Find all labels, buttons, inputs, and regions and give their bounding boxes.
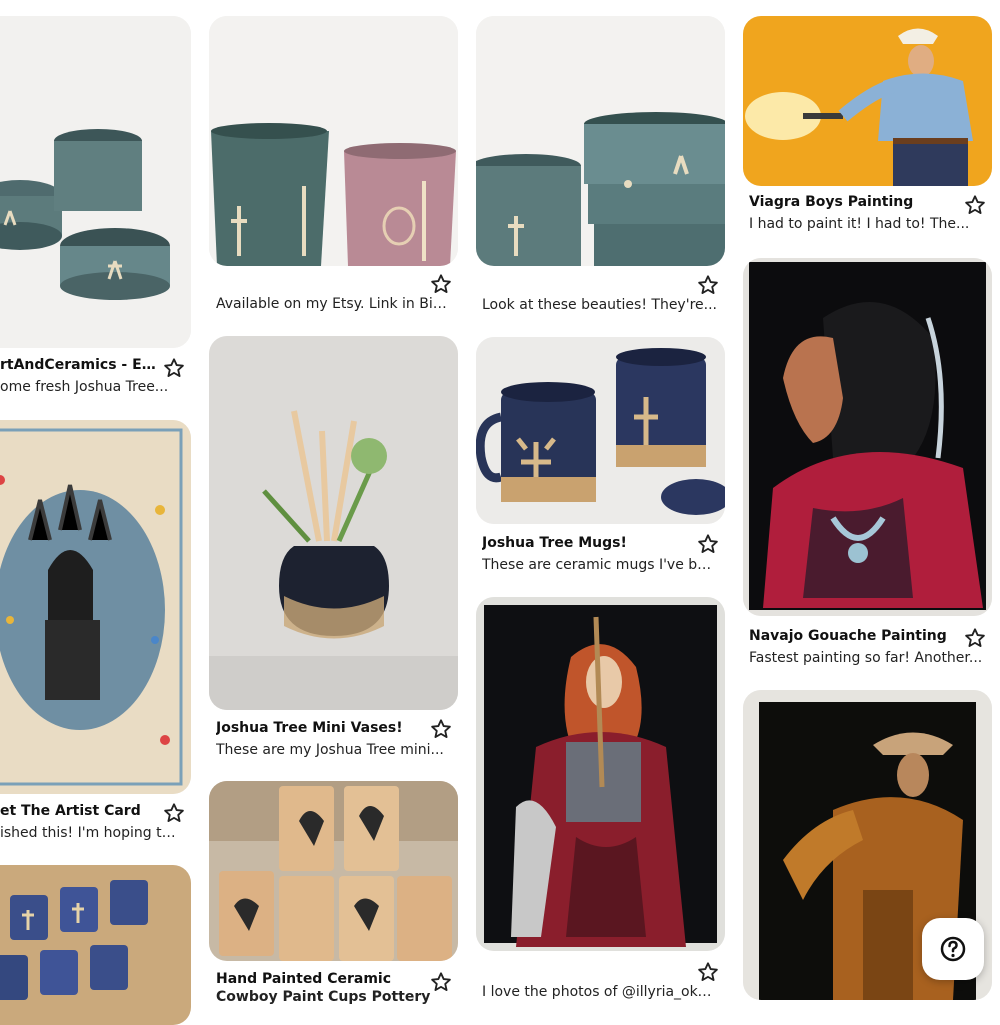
save-star-icon[interactable] xyxy=(163,802,185,824)
save-star-icon[interactable] xyxy=(697,961,719,983)
pin-description: These are ceramic mugs I've be... xyxy=(482,557,717,573)
pin-description: Available on my Etsy. Link in Bio.... xyxy=(216,296,451,312)
pin-image-bowls[interactable] xyxy=(0,16,191,348)
save-star-icon[interactable] xyxy=(697,533,719,555)
save-star-icon[interactable] xyxy=(163,357,185,379)
pin-image-viagra-boys[interactable] xyxy=(743,16,992,186)
pin-title[interactable]: Joshua Tree Mugs! xyxy=(482,535,687,551)
pin-image-artist-card[interactable] xyxy=(0,420,191,794)
help-button[interactable] xyxy=(922,918,984,980)
pin-description: ished this! I'm hoping to... xyxy=(0,825,178,841)
pin-title[interactable]: Joshua Tree Mini Vases! xyxy=(216,720,421,736)
pin-description: I love the photos of @illyria_oka... xyxy=(482,984,717,1000)
pin-description: I had to paint it! I had to! The... xyxy=(749,216,970,232)
pin-description: Look at these beauties! They're... xyxy=(482,297,717,313)
save-star-icon[interactable] xyxy=(697,274,719,296)
pin-title[interactable]: Hand Painted Ceramic xyxy=(216,971,421,987)
save-star-icon[interactable] xyxy=(964,627,986,649)
save-star-icon[interactable] xyxy=(430,971,452,993)
pin-image-mini-vases[interactable] xyxy=(209,336,458,710)
save-star-icon[interactable] xyxy=(430,273,452,295)
save-star-icon[interactable] xyxy=(964,194,986,216)
pin-image-knight-painting[interactable] xyxy=(476,597,725,951)
pin-image-blue-mugs[interactable] xyxy=(0,865,191,1025)
pin-title[interactable]: Viagra Boys Painting xyxy=(749,194,954,210)
pin-image-cups[interactable] xyxy=(209,16,458,266)
pin-image-bowls-stack[interactable] xyxy=(476,16,725,266)
question-mark-icon xyxy=(940,936,966,962)
pin-title[interactable]: rtAndCeramics - Etsy xyxy=(0,357,158,373)
pin-image-mugs[interactable] xyxy=(476,337,725,524)
save-star-icon[interactable] xyxy=(430,718,452,740)
pin-description: These are my Joshua Tree mini... xyxy=(216,742,444,758)
pin-description: ome fresh Joshua Tree... xyxy=(0,379,169,395)
pin-title[interactable]: et The Artist Card xyxy=(0,803,158,819)
pin-description: Fastest painting so far! Another... xyxy=(749,650,983,666)
pin-title[interactable]: Navajo Gouache Painting xyxy=(749,628,954,644)
pin-description: Cowboy Paint Cups Pottery xyxy=(216,989,431,1005)
pin-image-navajo-painting[interactable] xyxy=(743,258,992,616)
pin-image-cowboy-cups[interactable] xyxy=(209,781,458,961)
